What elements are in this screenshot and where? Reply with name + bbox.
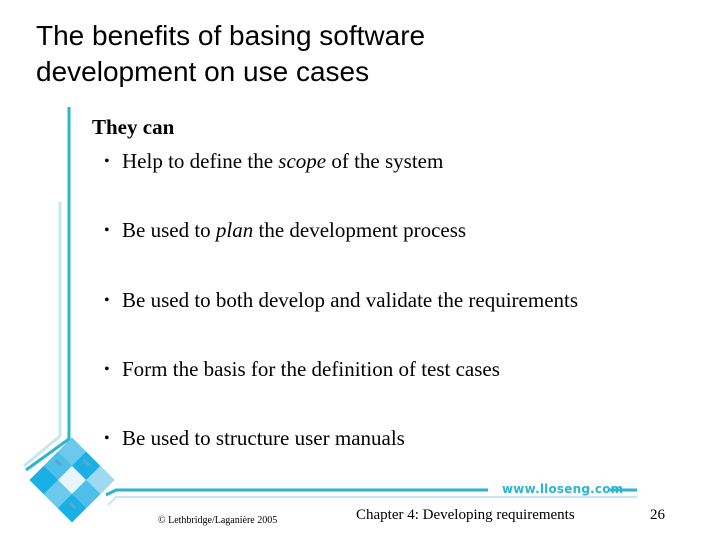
decorative-line-light xyxy=(23,202,62,468)
slide-title: The benefits of basing software developm… xyxy=(36,18,676,90)
bullet-icon: • xyxy=(104,430,110,447)
website-link[interactable]: www.lloseng.com xyxy=(502,482,623,496)
copyright-text: © Lethbridge/Laganière 2005 xyxy=(158,515,278,526)
bullet-icon: • xyxy=(104,153,110,170)
title-line-1: The benefits of basing software xyxy=(36,20,426,51)
bullet-item: • Be used to structure user manuals xyxy=(104,426,405,450)
footer-line-dark xyxy=(105,488,488,497)
bullet-item: • Help to define the scope of the system xyxy=(104,149,444,173)
intro-text: They can xyxy=(92,115,175,139)
page-number: 26 xyxy=(650,507,665,523)
bullet-icon: • xyxy=(104,292,110,309)
bullet-item: • Be used to both develop and validate th… xyxy=(104,288,579,312)
bullet-icon: • xyxy=(104,222,110,239)
footer-line-light xyxy=(107,496,637,506)
bullet-icon: • xyxy=(104,361,110,378)
bullet-item: • Be used to plan the development process xyxy=(104,218,467,242)
chapter-label: Chapter 4: Developing requirements xyxy=(356,507,575,523)
title-line-2: development on use cases xyxy=(36,56,370,87)
decorative-line-dark xyxy=(25,107,71,472)
bullet-item: • Form the basis for the definition of te… xyxy=(104,357,500,381)
